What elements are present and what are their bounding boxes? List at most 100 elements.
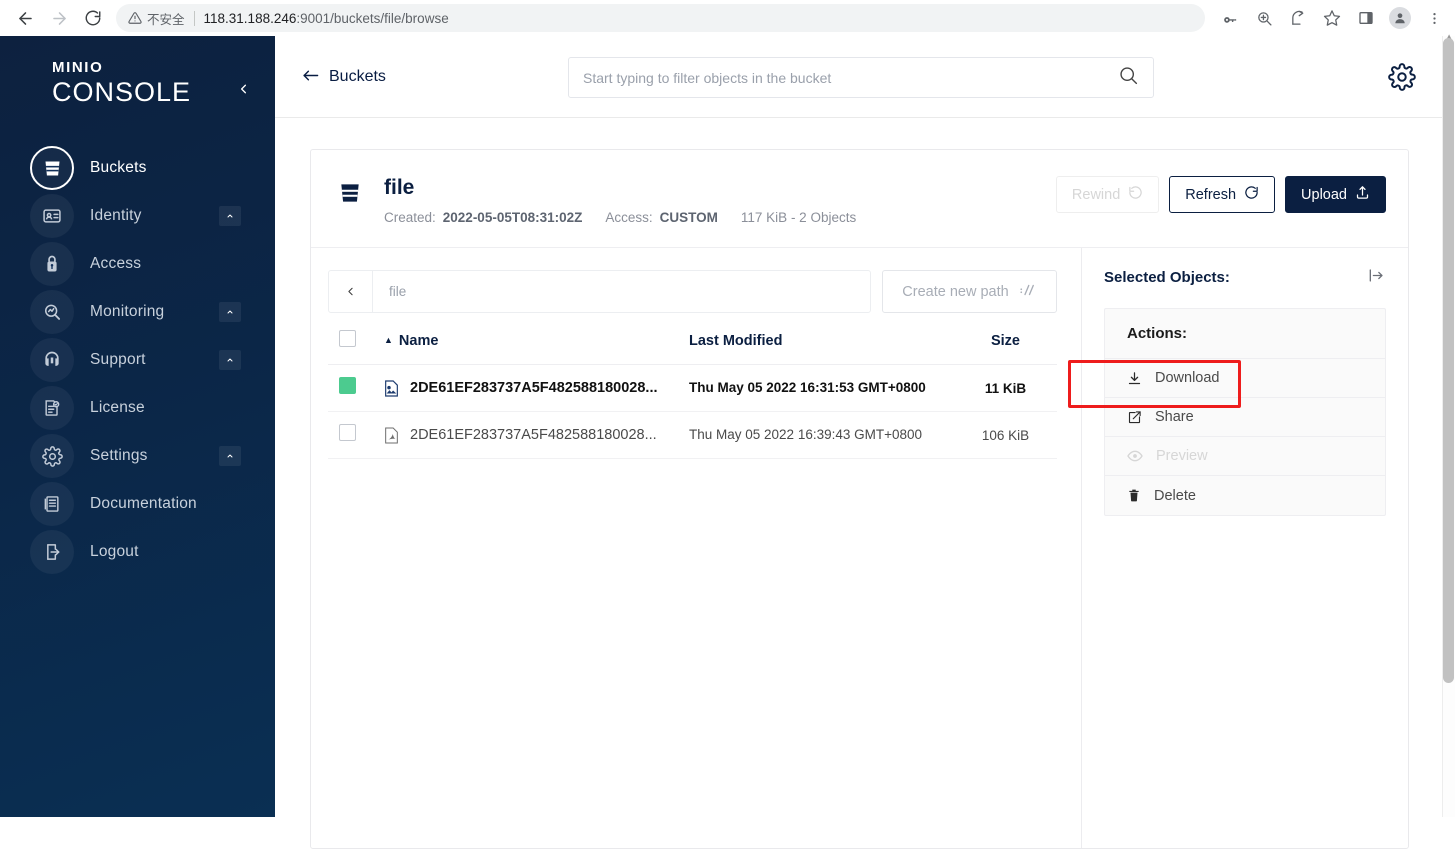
url-text: 118.31.188.246:9001/buckets/file/browse xyxy=(204,11,449,26)
zoom-icon[interactable] xyxy=(1249,3,1279,33)
path-back-icon[interactable] xyxy=(329,271,373,313)
url-path: :9001/buckets/file/browse xyxy=(296,10,449,26)
table-row[interactable]: 2DE61EF283737A5F482588180028... Thu May … xyxy=(328,364,1057,413)
bucket-subinfo: Created: 2022-05-05T08:31:02Z Access: CU… xyxy=(384,210,856,225)
browser-split: file Create new path ▲ Name Last Modifie… xyxy=(311,248,1408,848)
share-icon[interactable] xyxy=(1283,3,1313,33)
sidebar-item-identity[interactable]: Identity xyxy=(0,192,275,240)
selected-objects-title: Selected Objects: xyxy=(1104,269,1230,287)
sidebar-item-access[interactable]: Access xyxy=(0,240,275,288)
sidebar-item-documentation[interactable]: Documentation xyxy=(0,480,275,528)
row-checkbox[interactable] xyxy=(339,377,356,395)
omnibox-divider xyxy=(193,10,195,26)
action-share-label: Share xyxy=(1155,409,1194,426)
security-indicator[interactable]: 不安全 xyxy=(128,9,185,28)
sidebar-item-logout[interactable]: Logout xyxy=(0,528,275,576)
bucket-icon xyxy=(337,180,363,211)
actions-panel: Actions: Download Share Preview Delete xyxy=(1104,308,1386,517)
created-label: Created: xyxy=(384,210,436,226)
rewind-button[interactable]: Rewind xyxy=(1055,176,1160,213)
address-bar[interactable]: 不安全 118.31.188.246:9001/buckets/file/bro… xyxy=(116,4,1205,32)
upload-button[interactable]: Upload xyxy=(1285,176,1386,213)
browser-forward-button[interactable] xyxy=(42,1,76,35)
action-share[interactable]: Share xyxy=(1105,398,1385,438)
sidebar-item-buckets[interactable]: Buckets xyxy=(0,144,275,192)
row-checkbox[interactable] xyxy=(339,424,356,442)
sidebar-item-label: Logout xyxy=(90,543,139,560)
settings-gear-icon[interactable] xyxy=(1388,63,1416,96)
sidebar-item-monitoring[interactable]: Monitoring xyxy=(0,288,275,336)
object-filter-search[interactable] xyxy=(568,57,1154,98)
action-download[interactable]: Download xyxy=(1105,359,1385,399)
sort-ascending-icon: ▲ xyxy=(384,334,393,345)
sidebar-collapse-icon[interactable] xyxy=(236,78,251,104)
upload-icon xyxy=(1355,185,1370,204)
create-new-path-button[interactable]: Create new path xyxy=(882,270,1057,314)
book-icon xyxy=(30,482,74,526)
content-area: file Created: 2022-05-05T08:31:02Z Acces… xyxy=(275,118,1442,849)
object-name: 2DE61EF283737A5F482588180028... xyxy=(384,427,689,444)
selected-objects-header: Selected Objects: xyxy=(1104,267,1386,288)
browser-action-icons xyxy=(1213,3,1455,33)
profile-icon[interactable] xyxy=(1389,7,1411,29)
path-row: file Create new path xyxy=(328,270,1057,314)
browser-reload-button[interactable] xyxy=(76,1,110,35)
rewind-icon xyxy=(1128,185,1143,204)
trash-icon xyxy=(1127,488,1141,503)
password-key-icon[interactable] xyxy=(1215,3,1245,33)
column-last-modified[interactable]: Last Modified xyxy=(689,330,954,366)
bucket-icon xyxy=(30,146,74,190)
sidebar-item-label: Support xyxy=(90,351,146,368)
download-icon xyxy=(1127,371,1142,386)
refresh-button[interactable]: Refresh xyxy=(1169,176,1276,213)
sidebar-item-label: Identity xyxy=(90,207,142,224)
chevron-up-icon[interactable] xyxy=(219,206,241,226)
object-size: 106 KiB xyxy=(981,427,1030,443)
page-scrollbar[interactable]: ▲ xyxy=(1442,32,1455,817)
column-name[interactable]: ▲ Name xyxy=(384,330,689,366)
row-select-cell xyxy=(328,411,384,460)
action-delete[interactable]: Delete xyxy=(1105,476,1385,515)
bucket-meta: file Created: 2022-05-05T08:31:02Z Acces… xyxy=(384,176,856,225)
sidebar-item-settings[interactable]: Settings xyxy=(0,432,275,480)
side-panel-icon[interactable] xyxy=(1351,3,1381,33)
table-row[interactable]: 2DE61EF283737A5F482588180028... Thu May … xyxy=(328,411,1057,460)
sidebar-item-license[interactable]: License xyxy=(0,384,275,432)
object-name-text: 2DE61EF283737A5F482588180028... xyxy=(410,427,657,444)
select-all-checkbox[interactable] xyxy=(339,330,356,348)
headset-icon xyxy=(30,338,74,382)
star-icon[interactable] xyxy=(1317,3,1347,33)
chevron-up-icon[interactable] xyxy=(219,350,241,370)
row-select-cell xyxy=(328,364,384,413)
chevron-up-icon[interactable] xyxy=(219,446,241,466)
access-value: CUSTOM xyxy=(659,210,718,226)
browser-back-button[interactable] xyxy=(8,1,42,35)
sidebar-item-label: Monitoring xyxy=(90,303,165,320)
created-value: 2022-05-05T08:31:02Z xyxy=(442,210,583,226)
bucket-browser-card: file Created: 2022-05-05T08:31:02Z Acces… xyxy=(310,149,1409,849)
search-input[interactable] xyxy=(583,69,1118,86)
refresh-icon xyxy=(1244,185,1259,204)
scrollbar-thumb[interactable] xyxy=(1443,38,1454,683)
sidebar-item-label: Access xyxy=(90,255,142,272)
object-list-pane: file Create new path ▲ Name Last Modifie… xyxy=(311,248,1082,848)
expand-panel-icon[interactable] xyxy=(1367,267,1386,288)
bucket-header: file Created: 2022-05-05T08:31:02Z Acces… xyxy=(311,150,1408,249)
kebab-menu-icon[interactable] xyxy=(1419,3,1449,33)
page-topbar: Buckets xyxy=(275,36,1442,118)
sidebar-item-label: Settings xyxy=(90,447,148,464)
logo-minio-text: MINIO xyxy=(52,59,104,76)
license-document-icon xyxy=(30,386,74,430)
column-size-label: Size xyxy=(990,332,1020,349)
column-last-modified-label: Last Modified xyxy=(689,332,783,349)
security-label: 不安全 xyxy=(147,12,185,27)
breadcrumb-back-buckets[interactable]: Buckets xyxy=(302,68,552,86)
object-size: 11 KiB xyxy=(984,380,1027,396)
chevron-up-icon[interactable] xyxy=(219,302,241,322)
search-icon[interactable] xyxy=(1118,65,1139,91)
path-icon xyxy=(1019,283,1037,301)
column-size[interactable]: Size xyxy=(954,330,1057,366)
identity-card-icon xyxy=(30,194,74,238)
path-breadcrumb-box: file xyxy=(328,270,871,314)
sidebar-item-support[interactable]: Support xyxy=(0,336,275,384)
